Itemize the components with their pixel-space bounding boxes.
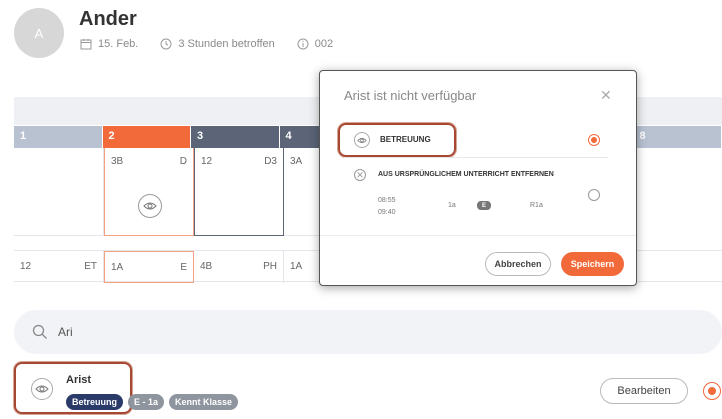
cancel-button[interactable]: Abbrechen bbox=[485, 252, 551, 276]
period-2[interactable]: 2 bbox=[102, 126, 191, 148]
eye-icon bbox=[354, 132, 370, 148]
avatar: A bbox=[14, 8, 64, 58]
header-meta: 15. Feb. 3 Stunden betroffen 002 bbox=[80, 38, 333, 50]
row2-cell[interactable]: 4B PH bbox=[194, 251, 284, 283]
tag-class: E - 1a bbox=[128, 394, 165, 410]
avatar-initial: A bbox=[34, 25, 44, 41]
period-8[interactable]: 8 bbox=[633, 126, 722, 148]
option-betreuung[interactable]: BETREUUNG bbox=[338, 123, 456, 157]
option-remove-label: AUS URSPRÜNGLICHEM UNTERRICHT ENTFERNEN bbox=[378, 171, 554, 178]
id-label: 002 bbox=[314, 38, 334, 50]
lesson-cell-selected[interactable]: 3B D bbox=[104, 148, 194, 236]
tag-knows-class: Kennt Klasse bbox=[169, 394, 239, 410]
search-icon bbox=[32, 324, 48, 340]
dialog-title: Arist ist nicht verfügbar bbox=[344, 88, 477, 103]
edit-button[interactable]: Bearbeiten bbox=[600, 378, 688, 404]
option-betreuung-radio[interactable] bbox=[588, 134, 600, 146]
close-icon[interactable]: ✕ bbox=[600, 87, 612, 104]
time-end: 09:40 bbox=[378, 209, 396, 216]
page: A Ander 15. Feb. 3 Stunden betroffen 002… bbox=[0, 0, 722, 419]
footer-divider bbox=[320, 235, 636, 236]
result-radio[interactable] bbox=[703, 382, 721, 400]
clock-icon bbox=[160, 38, 172, 50]
period-3[interactable]: 3 bbox=[191, 126, 280, 148]
search-input[interactable] bbox=[58, 325, 358, 339]
option-remove-radio[interactable] bbox=[588, 189, 600, 201]
divider bbox=[344, 157, 608, 158]
calendar-icon bbox=[80, 38, 92, 50]
lesson-cell[interactable]: 12 D3 bbox=[194, 148, 284, 236]
page-title: Ander bbox=[79, 8, 137, 30]
subject-badge: E bbox=[477, 201, 491, 210]
result-name: Arist bbox=[66, 374, 92, 386]
lesson-room: R1a bbox=[530, 202, 543, 209]
date-label: 15. Feb. bbox=[98, 38, 139, 50]
affected-label: 3 Stunden betroffen bbox=[178, 38, 275, 50]
time-start: 08:55 bbox=[378, 197, 396, 204]
save-button[interactable]: Speichern bbox=[561, 252, 624, 276]
option-betreuung-label: BETREUUNG bbox=[380, 135, 431, 144]
lesson-class: 1a bbox=[448, 202, 456, 209]
period-1[interactable]: 1 bbox=[14, 126, 103, 148]
availability-dialog: Arist ist nicht verfügbar ✕ BETREUUNG ✕ … bbox=[319, 70, 637, 286]
row2-cell-selected[interactable]: 1A E bbox=[104, 251, 194, 283]
row2-cell[interactable]: 12 ET bbox=[14, 251, 104, 283]
remove-icon: ✕ bbox=[354, 169, 366, 181]
eye-icon[interactable] bbox=[138, 194, 162, 218]
result-tags: Betreuung E - 1a Kennt Klasse bbox=[66, 394, 239, 410]
tag-betreuung: Betreuung bbox=[66, 394, 123, 410]
lesson-cell[interactable] bbox=[14, 148, 104, 236]
eye-icon[interactable] bbox=[31, 378, 53, 400]
search-bar bbox=[14, 310, 722, 354]
info-icon bbox=[297, 38, 309, 50]
